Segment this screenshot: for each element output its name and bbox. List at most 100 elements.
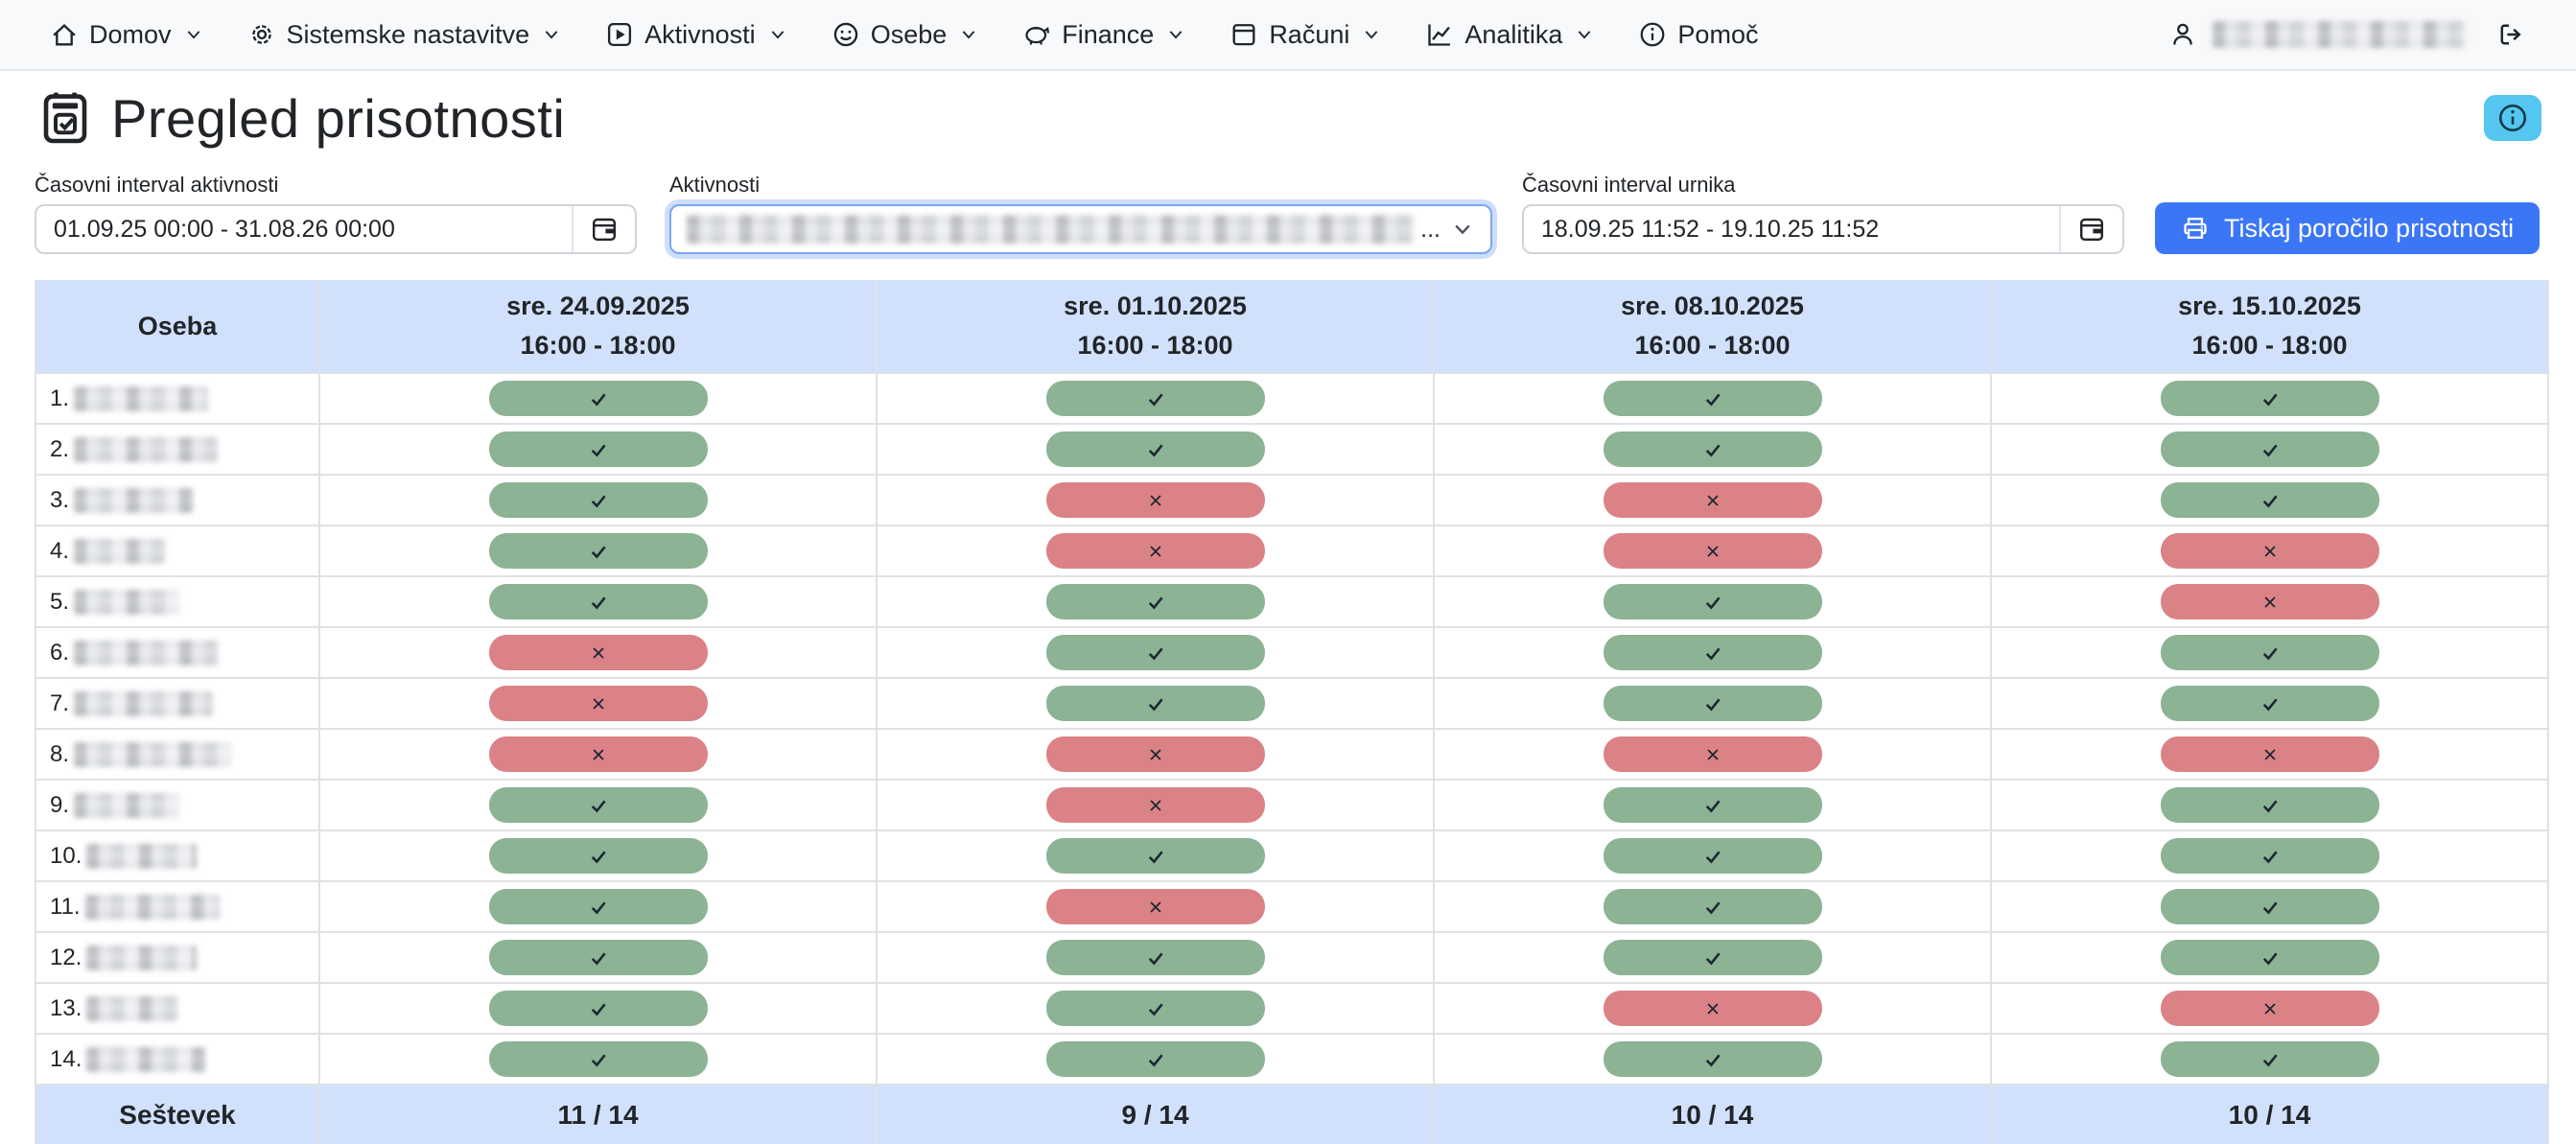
user-icon [2168, 20, 2197, 49]
user-name-redacted[interactable] [2213, 21, 2467, 48]
check-icon [1701, 1048, 1724, 1071]
nav-item-osebe[interactable]: Osebe [831, 20, 979, 50]
nav-item-analitika[interactable]: Analitika [1425, 20, 1594, 50]
chevron-down-icon [1450, 217, 1475, 242]
check-icon [1144, 946, 1167, 969]
activities-label: Aktivnosti [669, 173, 1492, 198]
play-square-icon [605, 20, 634, 49]
activity-interval-label: Časovni interval aktivnosti [35, 173, 637, 198]
schedule-interval-calendar-button[interactable] [2059, 206, 2122, 252]
check-icon [587, 591, 610, 614]
person-number: 10. [50, 843, 82, 870]
check-icon [587, 438, 610, 461]
attendance-pill-present [489, 889, 708, 924]
person-cell: 9. [35, 780, 319, 830]
attendance-cell [1991, 475, 2548, 525]
attendance-cell [877, 424, 1434, 475]
attendance-cell [1434, 576, 1991, 627]
check-icon [2259, 438, 2282, 461]
attendance-pill-present [489, 381, 708, 416]
attendance-cell [1991, 729, 2548, 780]
column-date: sre. 01.10.2025 [878, 292, 1433, 321]
attendance-pill-absent [1046, 889, 1265, 924]
page-info-button[interactable] [2484, 95, 2541, 141]
print-button-label: Tiskaj poročilo prisotnosti [2224, 214, 2514, 244]
person-cell: 3. [35, 475, 319, 525]
attendance-cell [877, 576, 1434, 627]
attendance-cell [319, 983, 877, 1034]
attendance-pill-absent [2161, 736, 2379, 772]
table-row: 2. [35, 424, 2548, 475]
chevron-down-icon [1362, 25, 1381, 44]
attendance-cell [1991, 627, 2548, 678]
printer-icon [2181, 214, 2210, 243]
attendance-cell [877, 830, 1434, 881]
attendance-pill-present [1604, 787, 1822, 823]
attendance-pill-present [1046, 432, 1265, 467]
check-icon [2259, 489, 2282, 512]
info-circle-icon [1638, 20, 1667, 49]
attendance-cell [319, 1034, 877, 1085]
attendance-cell [1434, 475, 1991, 525]
attendance-cell [1434, 1034, 1991, 1085]
attendance-pill-present [489, 838, 708, 874]
attendance-pill-present [1046, 686, 1265, 721]
person-cell: 1. [35, 373, 319, 424]
attendance-pill-present [2161, 432, 2379, 467]
schedule-interval-input[interactable]: 18.09.25 11:52 - 19.10.25 11:52 [1522, 204, 2124, 254]
table-row: 3. [35, 475, 2548, 525]
attendance-pill-present [489, 482, 708, 518]
attendance-pill-present [2161, 940, 2379, 975]
attendance-cell [319, 932, 877, 983]
person-name-redacted [74, 539, 165, 564]
nav-item-domov[interactable]: Domov [50, 20, 203, 50]
person-cell: 11. [35, 881, 319, 932]
clipboard-check-icon [35, 87, 96, 149]
check-icon [2259, 1048, 2282, 1071]
activities-select[interactable]: ... [669, 204, 1492, 254]
cross-icon [588, 642, 609, 664]
nav-item-finance[interactable]: Finance [1022, 20, 1185, 50]
attendance-cell [1434, 932, 1991, 983]
nav-item-sistemske-nastavitve[interactable]: Sistemske nastavitve [247, 20, 562, 50]
activity-interval-value: 01.09.25 00:00 - 31.08.26 00:00 [54, 216, 572, 244]
logout-icon[interactable] [2495, 19, 2526, 50]
attendance-cell [1434, 678, 1991, 729]
check-icon [2259, 896, 2282, 919]
activity-interval-calendar-button[interactable] [572, 206, 635, 252]
person-name-redacted [74, 793, 179, 818]
attendance-cell [319, 780, 877, 830]
chevron-down-icon [768, 25, 787, 44]
check-icon [587, 794, 610, 817]
nav-item-ra-uni[interactable]: Računi [1229, 20, 1381, 50]
person-number: 3. [50, 487, 69, 514]
nav-item-aktivnosti[interactable]: Aktivnosti [605, 20, 787, 50]
table-row: 8. [35, 729, 2548, 780]
attendance-pill-present [1604, 838, 1822, 874]
person-name-redacted [74, 437, 218, 462]
check-icon [587, 540, 610, 563]
cross-icon [1145, 490, 1166, 511]
activity-interval-input[interactable]: 01.09.25 00:00 - 31.08.26 00:00 [35, 204, 637, 254]
person-name-redacted [74, 590, 179, 615]
person-cell: 13. [35, 983, 319, 1034]
check-icon [1144, 997, 1167, 1020]
check-icon [2259, 794, 2282, 817]
attendance-cell [1434, 983, 1991, 1034]
attendance-pill-present [1604, 432, 1822, 467]
check-icon [1701, 591, 1724, 614]
activities-filter: Aktivnosti ... [669, 173, 1492, 254]
attendance-pill-present [1046, 584, 1265, 619]
nav-item-pomo-[interactable]: Pomoč [1638, 20, 1758, 50]
person-name-redacted [74, 641, 218, 665]
filters-row: Časovni interval aktivnosti 01.09.25 00:… [35, 173, 2541, 254]
cross-icon [1145, 744, 1166, 765]
attendance-pill-present [1046, 838, 1265, 874]
attendance-cell [319, 576, 877, 627]
page-title: Pregled prisotnosti [111, 87, 565, 150]
print-attendance-report-button[interactable]: Tiskaj poročilo prisotnosti [2155, 202, 2540, 254]
person-name-redacted [74, 691, 213, 716]
check-icon [1701, 438, 1724, 461]
person-cell: 6. [35, 627, 319, 678]
column-time: 16:00 - 18:00 [1435, 331, 1990, 361]
